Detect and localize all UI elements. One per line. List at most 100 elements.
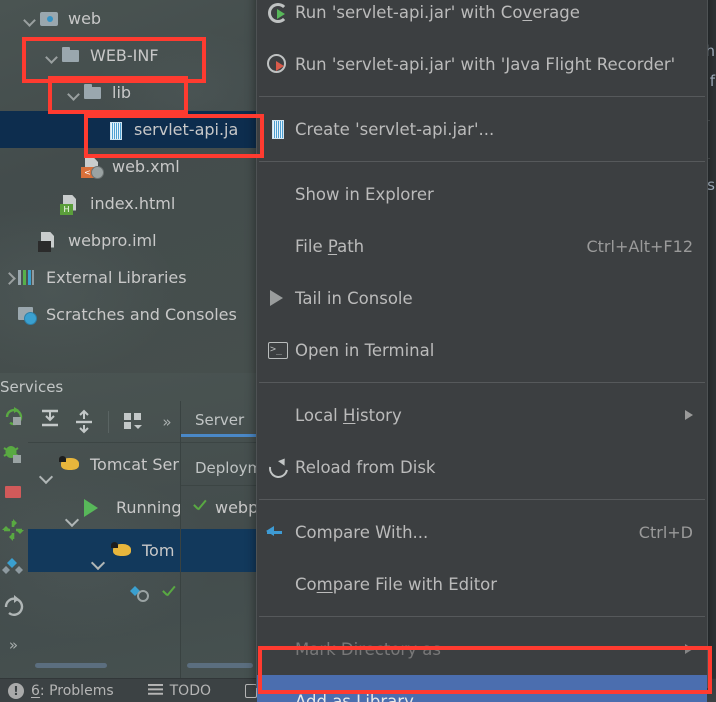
status-todo[interactable]: TODO [147,682,211,699]
menu-item-shortcut: Ctrl+Alt+F12 [586,236,693,256]
project-tree-row[interactable]: < web.xml [0,148,256,185]
terminal-icon [265,339,295,361]
stop-icon[interactable] [2,481,26,505]
menu-item-label-pre: Reload from Disk [295,457,436,477]
project-tree-row[interactable]: Scratches and Consoles [0,296,256,333]
menu-item-mnemonic: P [327,236,338,256]
menu-item: Mark Directory as [257,623,707,675]
services-title: Services [0,378,64,396]
menu-item-mnemonic: m [316,574,333,594]
restart-icon[interactable] [2,595,26,619]
deployment-artifact-row[interactable]: webp [181,485,259,528]
menu-item[interactable]: Open in Terminal [257,324,707,376]
deployment-artifact-label: webp [215,497,259,517]
menu-separator [259,382,705,383]
xml-globe-badge-icon [91,165,104,179]
menu-item-icon-placeholder [265,638,295,660]
debug-icon[interactable] [2,443,26,467]
menu-item[interactable]: Local History [257,389,707,441]
menu-item[interactable]: Tail in Console [257,272,707,324]
project-tree-label: index.html [90,194,176,213]
services-tree-label: Tomcat Ser [90,455,179,474]
scratches-icon [16,306,38,325]
menu-item-label: File Path [295,237,566,256]
menu-item-label-post: istory [355,405,402,425]
menu-item-mnemonic: H [343,405,356,425]
menu-item[interactable]: Reload from Disk [257,441,707,493]
menu-item-mnemonic: v [522,2,533,22]
project-tree-row[interactable]: External Libraries [0,259,256,296]
menu-item-icon-placeholder [265,690,295,702]
tab-server[interactable]: Server [181,401,296,437]
library-icon [16,269,38,287]
chevron-closed-icon[interactable] [0,270,16,286]
folder-icon [82,83,104,102]
menu-item[interactable]: Compare With... Ctrl+D [257,506,707,558]
project-tree-label: servlet-api.ja [134,120,239,139]
menu-item[interactable]: Run 'servlet-api.jar' with Coverage [257,0,707,38]
services-run-sidebar[interactable]: » [0,401,27,678]
project-tree-row[interactable]: Hindex.html [0,185,256,222]
menu-item[interactable]: Compare File with Editor [257,558,707,610]
jar-icon [104,121,126,140]
iml-file-icon [38,232,60,252]
green-check-icon [191,499,208,516]
problems-warning-icon [8,682,24,699]
iml-badge-icon [38,240,51,252]
chevron-open-icon[interactable] [66,85,82,101]
menu-item-label-pre: Create 'servlet-api.jar'... [295,119,495,139]
menu-item-label: Tail in Console [295,289,693,308]
editor-char-3: s [707,176,715,194]
menu-item-label: Open in Terminal [295,341,693,360]
tomcat-icon [58,455,84,475]
services-detail-panel: Server Deploym webp [180,401,296,678]
expand-all-icon[interactable] [36,409,64,435]
deploy-all-icon[interactable] [1,557,26,581]
project-tree-row[interactable]: servlet-api.ja [0,111,256,148]
services-horizontal-scrollbar[interactable] [35,663,107,668]
context-menu-items[interactable]: Run 'servlet-api.jar' with Coverage Run '… [257,0,707,702]
green-check-icon [160,585,177,602]
menu-item[interactable]: Create 'servlet-api.jar'... [257,103,707,155]
project-tree[interactable]: web WEB-INF lib servlet-api.ja < web.xml Hinde… [0,0,256,333]
tab-deployment[interactable]: Deploym [181,437,262,485]
project-tree-label: webpro.iml [68,231,157,250]
menu-item[interactable]: Run 'servlet-api.jar' with 'Java Flight … [257,38,707,90]
menu-item-label-pre: Tail in Console [295,288,413,308]
status-problems[interactable]: 6: Problems [8,682,114,699]
menu-item-label: Compare With... [295,523,619,542]
rerun-icon[interactable] [2,405,26,429]
more-options-icon[interactable]: » [153,409,181,435]
context-menu[interactable]: Run 'servlet-api.jar' with Coverage Run '… [256,0,708,702]
tail-icon [265,287,295,309]
menu-item-add-as-library[interactable]: Add as Library... [257,675,707,702]
menu-item-label-pre: Compare With... [295,522,429,542]
html-file-icon: H [60,195,82,215]
redeploy-icon[interactable] [1,519,26,543]
project-tree-row[interactable]: lib [0,74,256,111]
group-by-icon[interactable] [119,409,147,435]
project-tree-row[interactable]: WEB-INF [0,37,256,74]
project-tool-window[interactable]: web WEB-INF lib servlet-api.ja < web.xml Hinde… [0,0,256,373]
problems-mnemonic: 6 [31,682,40,699]
project-tree-row[interactable]: web [0,0,256,37]
toolbar-divider [108,410,109,433]
chevron-open-icon[interactable] [44,48,60,64]
menu-item-icon-placeholder [265,183,295,205]
menu-item-label-post: ath [337,236,365,256]
detail-horizontal-scrollbar[interactable] [187,663,253,668]
menu-item-label-pre: Mark Directory as [295,639,441,659]
project-tree-row[interactable]: webpro.iml [0,222,256,259]
chevron-open-icon[interactable] [22,11,38,27]
menu-item-label: Mark Directory as [295,640,671,659]
menu-item-label-pre: File [295,236,328,256]
run-with-jfr-icon [265,53,295,75]
collapse-all-icon[interactable] [70,409,98,435]
todo-label: TODO [169,682,211,699]
menu-item[interactable]: Show in Explorer [257,168,707,220]
menu-item[interactable]: File Path Ctrl+Alt+F12 [257,220,707,272]
menu-item-label: Run 'servlet-api.jar' with 'Java Flight … [295,55,693,74]
more-icon[interactable]: » [2,633,26,657]
